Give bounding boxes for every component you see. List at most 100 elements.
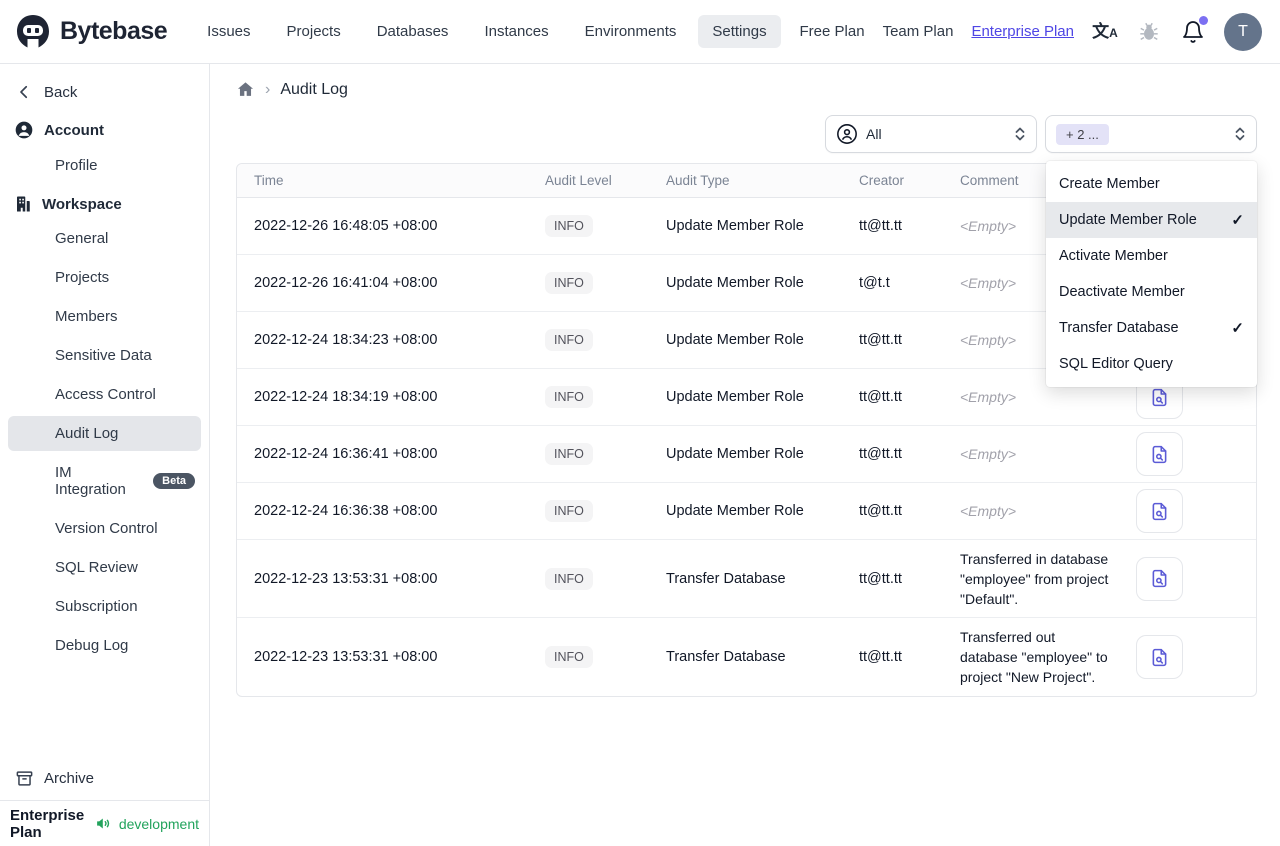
language-icon[interactable]: 文A (1092, 19, 1118, 45)
check-icon: ✓ (1231, 320, 1244, 337)
primary-nav: Issues Projects Databases Instances Envi… (193, 15, 781, 48)
cell-creator: tt@tt.tt (859, 389, 902, 405)
bytebase-logo-icon (14, 13, 52, 51)
creator-filter-select[interactable]: All (825, 115, 1037, 153)
cell-creator: tt@tt.tt (859, 218, 902, 234)
file-search-icon (1152, 648, 1167, 666)
file-search-icon (1152, 502, 1167, 520)
cell-comment: Transferred out database "employee" to p… (960, 629, 1108, 685)
chevron-left-icon (14, 82, 34, 102)
workspace-icon (14, 195, 32, 213)
sidebar-item-projects[interactable]: Projects (8, 260, 201, 295)
notification-dot (1199, 15, 1208, 25)
nav-item-databases[interactable]: Databases (363, 15, 463, 48)
sidebar-item-subscription[interactable]: Subscription (8, 589, 201, 624)
nav-item-projects[interactable]: Projects (273, 15, 355, 48)
breadcrumb: › Audit Log (210, 64, 1280, 99)
cell-audit-type: Update Member Role (666, 503, 804, 519)
audit-level-badge: INFO (545, 567, 593, 590)
cell-audit-type: Update Member Role (666, 275, 804, 291)
brand-name: Bytebase (60, 17, 168, 45)
audit-level-badge: INFO (545, 386, 593, 408)
audit-type-filter-select[interactable]: + 2 ... (1045, 115, 1257, 153)
file-search-icon (1152, 445, 1167, 463)
cell-audit-type: Update Member Role (666, 389, 804, 405)
cell-creator: tt@tt.tt (859, 503, 902, 519)
cell-time: 2022-12-26 16:41:04 +08:00 (254, 275, 438, 291)
sidebar-item-debug-log[interactable]: Debug Log (8, 628, 201, 663)
nav-item-environments[interactable]: Environments (571, 15, 691, 48)
view-detail-button[interactable] (1136, 556, 1183, 601)
cell-creator: tt@tt.tt (859, 446, 902, 462)
sidebar-item-sensitive-data[interactable]: Sensitive Data (8, 338, 201, 373)
sidebar-item-access-control[interactable]: Access Control (8, 377, 201, 412)
cell-audit-type: Update Member Role (666, 218, 804, 234)
sidebar-item-audit-log[interactable]: Audit Log (8, 416, 201, 451)
col-header-time: Time (254, 173, 284, 188)
sidebar-item-im-integration[interactable]: IM Integration Beta (8, 455, 201, 507)
cell-comment: Transferred in database "employee" from … (960, 550, 1109, 607)
menu-item-deactivate-member[interactable]: Deactivate Member (1046, 274, 1257, 310)
sidebar-item-sql-review[interactable]: SQL Review (8, 550, 201, 585)
nav-item-settings[interactable]: Settings (698, 15, 781, 48)
account-icon (14, 120, 34, 140)
nav-item-instances[interactable]: Instances (470, 15, 562, 48)
cell-audit-type: Transfer Database (666, 649, 786, 665)
sidebar-item-members[interactable]: Members (8, 299, 201, 334)
audit-type-dropdown-menu: Create Member Update Member Role ✓ Activ… (1046, 161, 1257, 387)
workspace-section-label: Workspace (42, 195, 122, 213)
sidebar-item-version-control[interactable]: Version Control (8, 511, 201, 546)
col-header-creator: Creator (859, 173, 905, 188)
col-header-audit-level: Audit Level (545, 173, 612, 188)
table-row: 2022-12-24 16:36:38 +08:00 INFO Update M… (237, 483, 1256, 540)
bytebase-logo[interactable]: Bytebase (14, 13, 168, 51)
menu-item-activate-member[interactable]: Activate Member (1046, 238, 1257, 274)
cell-time: 2022-12-23 13:53:31 +08:00 (254, 570, 438, 587)
current-plan-label: Enterprise Plan (10, 806, 85, 841)
main-content: › Audit Log All + 2 ... Time Audit Level… (210, 64, 1280, 846)
audit-level-badge: INFO (545, 500, 593, 522)
select-arrows-icon (1014, 126, 1026, 142)
breadcrumb-separator-icon: › (265, 80, 271, 98)
audit-level-badge: INFO (545, 443, 593, 465)
notifications-bell-icon[interactable] (1180, 15, 1208, 45)
free-plan-label: Free Plan (799, 23, 865, 40)
menu-item-transfer-database[interactable]: Transfer Database ✓ (1046, 310, 1257, 346)
filter-bar: All + 2 ... (210, 99, 1280, 153)
view-detail-button[interactable] (1136, 432, 1183, 476)
archive-button[interactable]: Archive (0, 760, 209, 800)
menu-item-create-member[interactable]: Create Member (1046, 166, 1257, 202)
cell-creator: tt@tt.tt (859, 649, 902, 665)
cell-time: 2022-12-24 18:34:23 +08:00 (254, 332, 438, 348)
bug-report-icon[interactable] (1136, 19, 1162, 45)
back-button[interactable]: Back (0, 74, 209, 110)
cell-audit-type: Update Member Role (666, 446, 804, 462)
cell-audit-type: Update Member Role (666, 332, 804, 348)
breadcrumb-current: Audit Log (280, 80, 348, 98)
menu-item-sql-editor-query[interactable]: SQL Editor Query (1046, 346, 1257, 382)
enterprise-plan-link[interactable]: Enterprise Plan (971, 23, 1074, 40)
creator-filter-value: All (866, 126, 882, 142)
col-header-audit-type: Audit Type (666, 173, 730, 188)
user-avatar[interactable]: T (1224, 12, 1262, 51)
sidebar-item-profile[interactable]: Profile (8, 148, 201, 183)
view-detail-button[interactable] (1136, 635, 1183, 679)
file-search-icon (1152, 569, 1167, 588)
table-row: 2022-12-23 13:53:31 +08:00 INFO Transfer… (237, 618, 1256, 696)
cell-creator: tt@tt.tt (859, 570, 902, 587)
archive-label: Archive (44, 769, 95, 787)
cell-time: 2022-12-24 16:36:41 +08:00 (254, 446, 438, 462)
cell-time: 2022-12-26 16:48:05 +08:00 (254, 218, 438, 234)
table-row: 2022-12-23 13:53:31 +08:00 INFO Transfer… (237, 540, 1256, 618)
cell-audit-type: Transfer Database (666, 570, 786, 587)
nav-item-issues[interactable]: Issues (193, 15, 264, 48)
sidebar-item-general[interactable]: General (8, 221, 201, 256)
cell-creator: t@t.t (859, 275, 890, 291)
cell-comment: <Empty> (960, 503, 1017, 519)
team-plan-label: Team Plan (882, 23, 954, 40)
menu-item-update-member-role[interactable]: Update Member Role ✓ (1046, 202, 1257, 238)
view-detail-button[interactable] (1136, 489, 1183, 533)
settings-sidebar: Back Account Profile Workspace General P… (0, 64, 210, 846)
account-section-label: Account (44, 121, 104, 139)
home-icon[interactable] (236, 80, 255, 99)
